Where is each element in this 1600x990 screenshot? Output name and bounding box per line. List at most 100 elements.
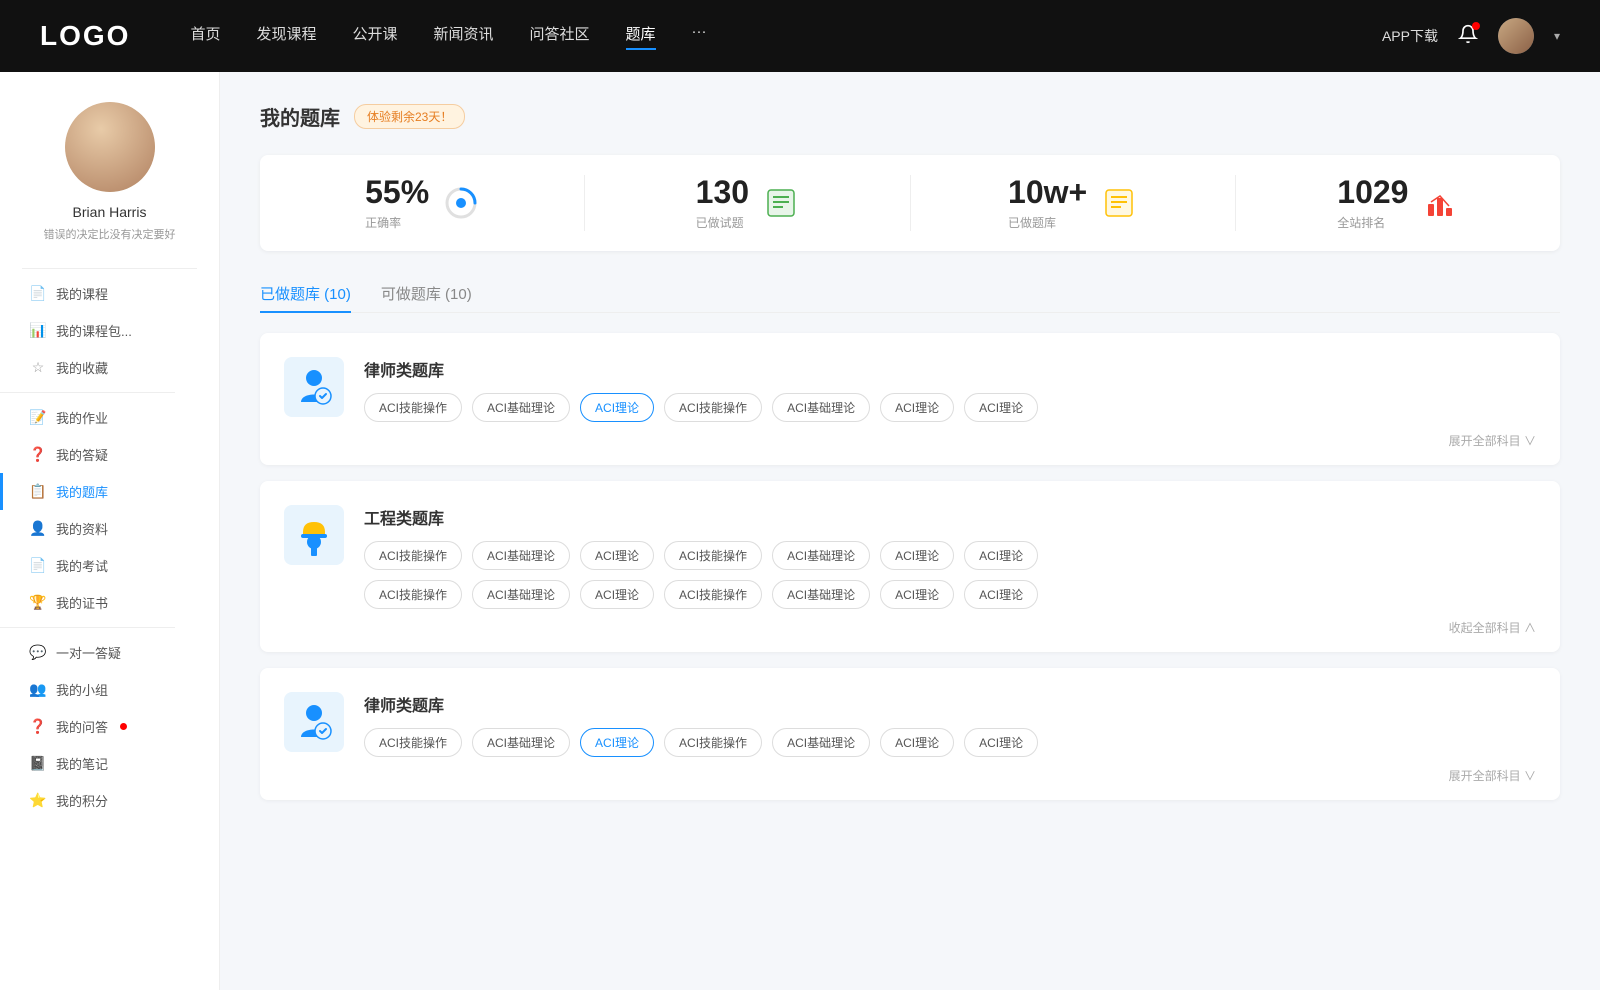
tags-row-1a: ACI技能操作 ACI基础理论 ACI理论 ACI技能操作 ACI基础理论 AC…: [364, 541, 1536, 570]
stat-accuracy: 55% 正确率: [260, 175, 585, 231]
user-avatar[interactable]: [65, 102, 155, 192]
sidebar-item-homework[interactable]: 📝 我的作业: [0, 399, 219, 436]
accuracy-label: 正确率: [365, 214, 429, 231]
sidebar-item-certificate[interactable]: 🏆 我的证书: [0, 584, 219, 621]
navbar: LOGO 首页 发现课程 公开课 新闻资讯 问答社区 题库 ··· APP下载 …: [0, 0, 1600, 72]
tag-1-10[interactable]: ACI技能操作: [664, 580, 762, 609]
user-name: Brian Harris: [73, 204, 147, 220]
nav-item-more[interactable]: ···: [692, 23, 707, 50]
group-icon: 👥: [30, 682, 46, 698]
sidebar-menu: 📄 我的课程 📊 我的课程包... ☆ 我的收藏 📝 我的作业 ❓ 我的答疑 �: [0, 275, 219, 819]
stat-ranking: 1029 全站排名: [1236, 175, 1560, 231]
tag-1-7[interactable]: ACI技能操作: [364, 580, 462, 609]
done-banks-label: 已做题库: [1008, 214, 1087, 231]
notification-bell[interactable]: [1458, 24, 1478, 49]
ranking-icon: [1422, 185, 1458, 221]
sidebar-item-my-qa[interactable]: ❓ 我的问答: [0, 708, 219, 745]
tag-1-12[interactable]: ACI理论: [880, 580, 954, 609]
tag-2-0[interactable]: ACI技能操作: [364, 728, 462, 757]
tag-0-4[interactable]: ACI基础理论: [772, 393, 870, 422]
tag-2-3[interactable]: ACI技能操作: [664, 728, 762, 757]
tag-1-4[interactable]: ACI基础理论: [772, 541, 870, 570]
tag-0-3[interactable]: ACI技能操作: [664, 393, 762, 422]
exam-icon: 📄: [30, 558, 46, 574]
tag-1-0[interactable]: ACI技能操作: [364, 541, 462, 570]
avatar-chevron-icon[interactable]: ▾: [1554, 29, 1560, 43]
avatar-image: [1498, 18, 1534, 54]
tag-1-1[interactable]: ACI基础理论: [472, 541, 570, 570]
nav-item-news[interactable]: 新闻资讯: [434, 23, 494, 50]
bank-icon-lawyer-0: [284, 357, 344, 417]
tag-2-4[interactable]: ACI基础理论: [772, 728, 870, 757]
sidebar-label-favorites: 我的收藏: [56, 358, 108, 377]
done-questions-icon: [763, 185, 799, 221]
points-icon: ⭐: [30, 793, 46, 809]
bank-section-0: 律师类题库 ACI技能操作 ACI基础理论 ACI理论 ACI技能操作 ACI基…: [260, 333, 1560, 465]
sidebar-item-qa[interactable]: ❓ 我的答疑: [0, 436, 219, 473]
nav-item-open[interactable]: 公开课: [352, 23, 397, 50]
certificate-icon: 🏆: [30, 595, 46, 611]
sidebar-item-profile[interactable]: 👤 我的资料: [0, 510, 219, 547]
sidebar-item-one-on-one[interactable]: 💬 一对一答疑: [0, 634, 219, 671]
profile-icon: 👤: [30, 521, 46, 537]
avatar[interactable]: [1498, 18, 1534, 54]
nav-item-discover[interactable]: 发现课程: [256, 23, 316, 50]
main-content: 我的题库 体验剩余23天！ 55% 正确率: [220, 72, 1600, 990]
nav-item-bank[interactable]: 题库: [626, 23, 656, 50]
notification-dot: [1472, 22, 1480, 30]
expand-btn-2[interactable]: 展开全部科目 ∨: [364, 767, 1536, 784]
tab-done[interactable]: 已做题库 (10): [260, 275, 351, 312]
done-banks-value: 10w+: [1008, 175, 1087, 210]
bank-section-1: 工程类题库 ACI技能操作 ACI基础理论 ACI理论 ACI技能操作 ACI基…: [260, 481, 1560, 652]
tag-2-6[interactable]: ACI理论: [964, 728, 1038, 757]
tag-1-6[interactable]: ACI理论: [964, 541, 1038, 570]
sidebar-item-bank[interactable]: 📋 我的题库: [0, 473, 219, 510]
user-avatar-image: [65, 102, 155, 192]
page-title: 我的题库: [260, 102, 340, 131]
tag-2-5[interactable]: ACI理论: [880, 728, 954, 757]
app-download-button[interactable]: APP下载: [1382, 26, 1438, 46]
notes-icon: 📓: [30, 756, 46, 772]
done-questions-value: 130: [696, 175, 749, 210]
tag-0-6[interactable]: ACI理论: [964, 393, 1038, 422]
sidebar-item-notes[interactable]: 📓 我的笔记: [0, 745, 219, 782]
tag-2-1[interactable]: ACI基础理论: [472, 728, 570, 757]
expand-btn-0[interactable]: 展开全部科目 ∨: [364, 432, 1536, 449]
sidebar-item-favorites[interactable]: ☆ 我的收藏: [0, 349, 219, 386]
tag-1-5[interactable]: ACI理论: [880, 541, 954, 570]
tags-row-1b: ACI技能操作 ACI基础理论 ACI理论 ACI技能操作 ACI基础理论 AC…: [364, 580, 1536, 609]
sidebar-item-exam[interactable]: 📄 我的考试: [0, 547, 219, 584]
tag-2-2[interactable]: ACI理论: [580, 728, 654, 757]
navbar-right: APP下载 ▾: [1382, 18, 1560, 54]
tags-row-0: ACI技能操作 ACI基础理论 ACI理论 ACI技能操作 ACI基础理论 AC…: [364, 393, 1536, 422]
nav-item-home[interactable]: 首页: [190, 23, 220, 50]
sidebar: Brian Harris 错误的决定比没有决定要好 📄 我的课程 📊 我的课程包…: [0, 72, 220, 990]
one-on-one-icon: 💬: [30, 645, 46, 661]
bank-title-2: 律师类题库: [364, 692, 1536, 716]
homework-icon: 📝: [30, 410, 46, 426]
bank-section-2: 律师类题库 ACI技能操作 ACI基础理论 ACI理论 ACI技能操作 ACI基…: [260, 668, 1560, 800]
sidebar-item-points[interactable]: ⭐ 我的积分: [0, 782, 219, 819]
sidebar-item-my-courses[interactable]: 📄 我的课程: [0, 275, 219, 312]
tag-1-2[interactable]: ACI理论: [580, 541, 654, 570]
nav-item-qa[interactable]: 问答社区: [530, 23, 590, 50]
tag-1-11[interactable]: ACI基础理论: [772, 580, 870, 609]
expand-btn-1[interactable]: 收起全部科目 ∧: [364, 619, 1536, 636]
tags-row-2: ACI技能操作 ACI基础理论 ACI理论 ACI技能操作 ACI基础理论 AC…: [364, 728, 1536, 757]
bank-icon-lawyer-2: [284, 692, 344, 752]
user-motto: 错误的决定比没有决定要好: [28, 226, 192, 242]
tag-1-9[interactable]: ACI理论: [580, 580, 654, 609]
tag-0-0[interactable]: ACI技能操作: [364, 393, 462, 422]
tag-1-13[interactable]: ACI理论: [964, 580, 1038, 609]
tab-bar: 已做题库 (10) 可做题库 (10): [260, 275, 1560, 313]
course-icon: 📄: [30, 286, 46, 302]
tab-available[interactable]: 可做题库 (10): [381, 275, 472, 312]
tag-0-1[interactable]: ACI基础理论: [472, 393, 570, 422]
tag-1-3[interactable]: ACI技能操作: [664, 541, 762, 570]
my-qa-badge: [120, 723, 127, 730]
tag-0-2[interactable]: ACI理论: [580, 393, 654, 422]
tag-1-8[interactable]: ACI基础理论: [472, 580, 570, 609]
tag-0-5[interactable]: ACI理论: [880, 393, 954, 422]
sidebar-item-group[interactable]: 👥 我的小组: [0, 671, 219, 708]
sidebar-item-course-package[interactable]: 📊 我的课程包...: [0, 312, 219, 349]
